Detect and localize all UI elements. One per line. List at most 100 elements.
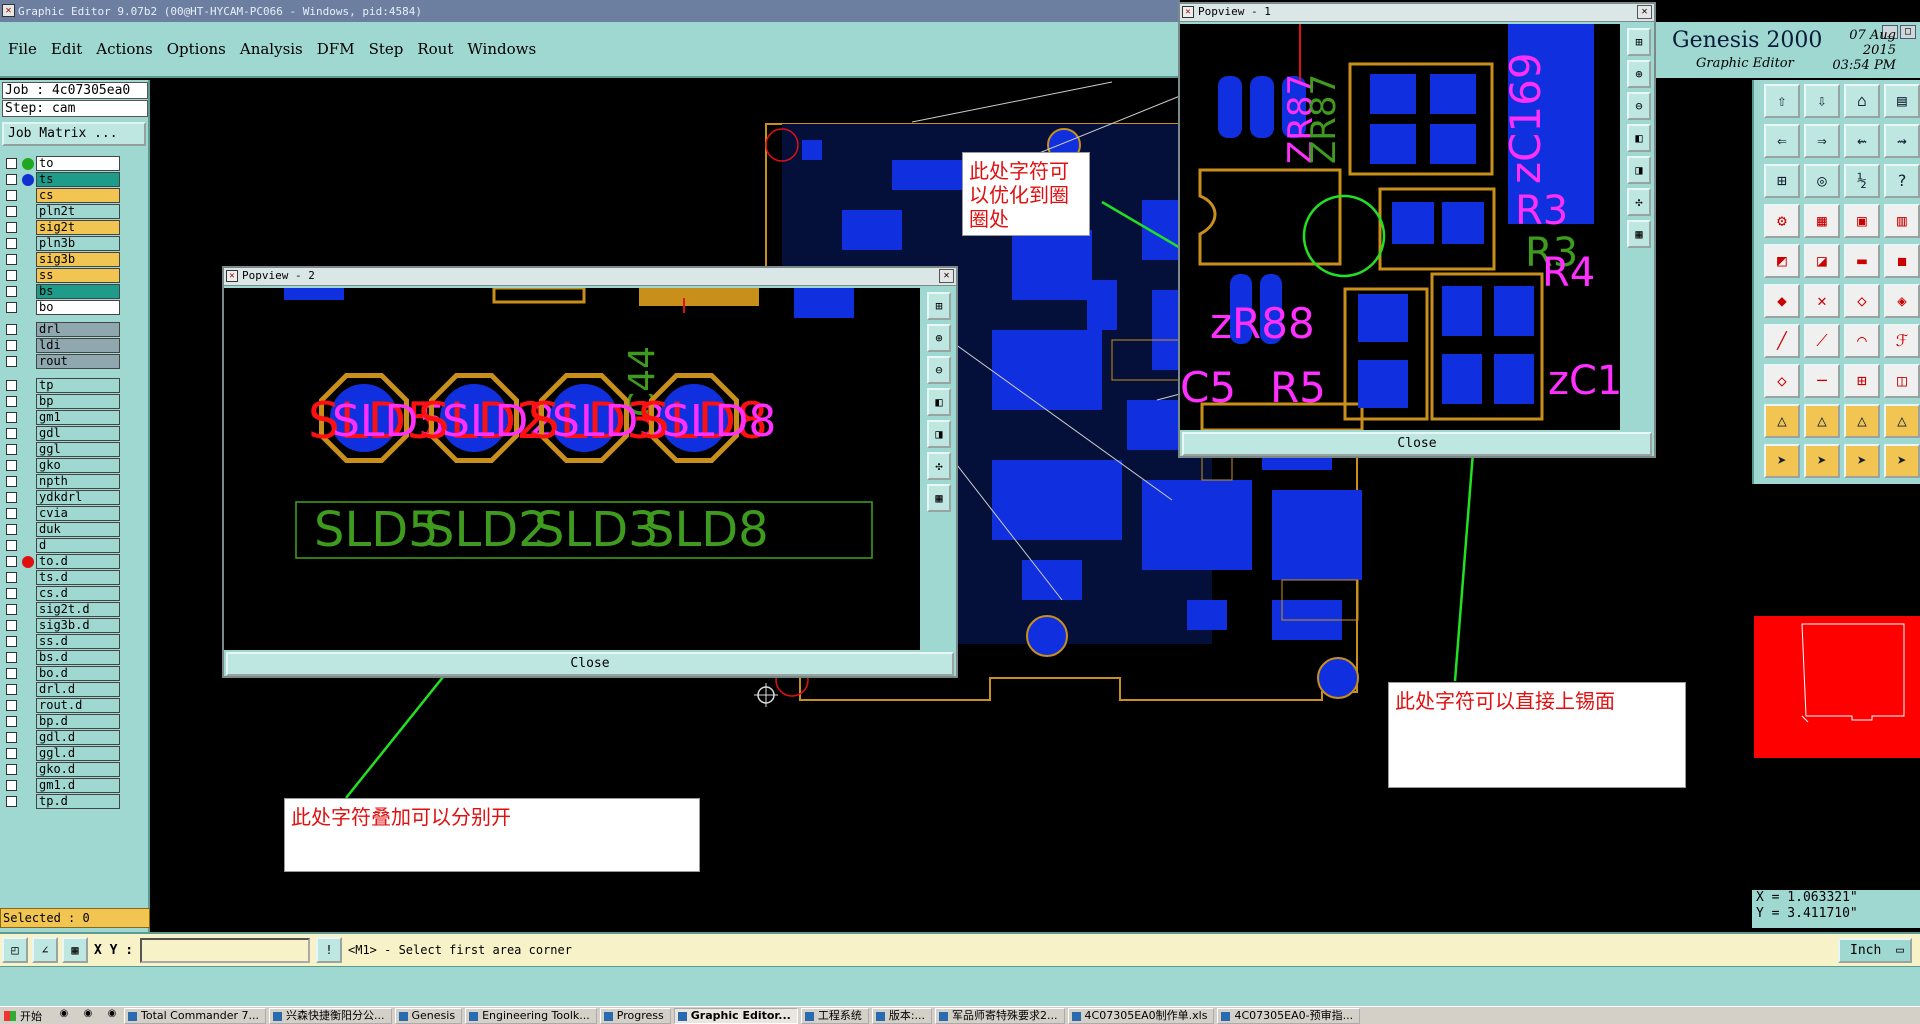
layer-row[interactable]: rout <box>2 354 122 369</box>
layer-checkbox[interactable] <box>6 428 17 439</box>
layer-checkbox[interactable] <box>6 380 17 391</box>
layer-row[interactable]: rout.d <box>2 698 122 713</box>
node-icon[interactable]: ◆ <box>1764 284 1800 318</box>
pan-left-icon[interactable]: ◧ <box>1627 124 1651 152</box>
layer-checkbox[interactable] <box>6 270 17 281</box>
layer-row[interactable]: ts.d <box>2 570 122 585</box>
layer-checkbox[interactable] <box>6 174 17 185</box>
layer-row[interactable]: drl.d <box>2 682 122 697</box>
triangle-icon[interactable]: △ <box>1844 404 1880 438</box>
triangle-icon[interactable]: △ <box>1804 404 1840 438</box>
taskbar-task[interactable]: 4C07305EA0-预审指... <box>1217 1007 1361 1024</box>
snap-icon[interactable]: ◰ <box>2 937 28 963</box>
layer-checkbox[interactable] <box>6 476 17 487</box>
layer-row[interactable]: tp.d <box>2 794 122 809</box>
layer-row[interactable]: cs.d <box>2 586 122 601</box>
gear-icon[interactable]: ⚙ <box>1764 204 1800 238</box>
popview-2-close-button[interactable]: Close <box>226 652 954 676</box>
layer-checkbox[interactable] <box>6 572 17 583</box>
quicklaunch-icon[interactable]: ◉ <box>76 1008 100 1024</box>
layer-row[interactable]: ggl.d <box>2 746 122 761</box>
zoom-in-icon[interactable]: ⊕ <box>927 324 951 352</box>
menu-edit[interactable]: Edit <box>51 40 82 58</box>
layer-checkbox[interactable] <box>6 444 17 455</box>
menu-actions[interactable]: Actions <box>96 40 152 58</box>
grid-icon[interactable]: ▦ <box>927 484 951 512</box>
triangle-icon[interactable]: △ <box>1884 404 1920 438</box>
layer-checkbox[interactable] <box>6 716 17 727</box>
taskbar-task[interactable]: 军品师寄特殊要求2... <box>935 1007 1065 1024</box>
shape-icon[interactable]: ◈ <box>1884 284 1920 318</box>
layer-checkbox[interactable] <box>6 412 17 423</box>
arc-icon[interactable]: ◠ <box>1844 324 1880 358</box>
undo-icon[interactable]: ⇜ <box>1844 124 1880 158</box>
layer-row[interactable]: ggl <box>2 442 122 457</box>
layer-row[interactable]: bo.d <box>2 666 122 681</box>
diagonal-icon[interactable]: ⟋ <box>1804 324 1840 358</box>
center-icon[interactable]: ✣ <box>927 452 951 480</box>
layer-row[interactable]: sig2t <box>2 220 122 235</box>
layer-row[interactable]: gko <box>2 458 122 473</box>
layer-checkbox[interactable] <box>6 732 17 743</box>
taskbar-task[interactable]: Total Commander 7... <box>124 1007 266 1024</box>
layer-row[interactable]: to.d <box>2 554 122 569</box>
layer-row[interactable]: bp.d <box>2 714 122 729</box>
taskbar-task[interactable]: 工程系统 <box>800 1007 869 1024</box>
select-icon[interactable]: ➤ <box>1844 444 1880 478</box>
layer-row[interactable]: gdl <box>2 426 122 441</box>
unit-selector[interactable]: Inch ▭ <box>1838 938 1912 963</box>
help-icon[interactable]: ? <box>1884 164 1920 198</box>
popview-2-close-icon[interactable]: ✕ <box>939 269 954 283</box>
home-icon[interactable]: ⌂ <box>1844 84 1880 118</box>
layer-checkbox[interactable] <box>6 620 17 631</box>
layer-checkbox[interactable] <box>6 508 17 519</box>
maximize-icon[interactable]: □ <box>1900 25 1916 39</box>
layer-row[interactable]: bp <box>2 394 122 409</box>
layer-checkbox[interactable] <box>6 222 17 233</box>
grid-icon[interactable]: ▦ <box>1804 204 1840 238</box>
net-icon[interactable]: ▣ <box>1844 204 1880 238</box>
scale-icon[interactable]: ½ <box>1844 164 1880 198</box>
layer-checkbox[interactable] <box>6 668 17 679</box>
menu-windows[interactable]: Windows <box>467 40 536 58</box>
pan-right-icon[interactable]: ◨ <box>1627 156 1651 184</box>
line-icon[interactable]: ╱ <box>1764 324 1800 358</box>
stop-icon[interactable]: ◼ <box>1884 244 1920 278</box>
job-matrix-button[interactable]: Job Matrix ... <box>2 122 146 146</box>
layer-row[interactable]: gm1.d <box>2 778 122 793</box>
layer-row[interactable]: sig3b.d <box>2 618 122 633</box>
info-icon[interactable]: ! <box>316 937 342 963</box>
zoom-out-icon[interactable]: ⊖ <box>927 356 951 384</box>
redo-icon[interactable]: ⇝ <box>1884 124 1920 158</box>
layer-row[interactable]: ss.d <box>2 634 122 649</box>
layer-checkbox[interactable] <box>6 286 17 297</box>
zoom-in-icon[interactable]: ⇧ <box>1764 84 1800 118</box>
target-icon[interactable]: ◎ <box>1804 164 1840 198</box>
taskbar-task[interactable]: 4C07305EA0制作单.xls <box>1067 1007 1215 1024</box>
mirror-icon[interactable]: ◇ <box>1764 364 1800 398</box>
select-icon[interactable]: ➤ <box>1804 444 1840 478</box>
zoom-in-icon[interactable]: ⊕ <box>1627 60 1651 88</box>
layer-row[interactable]: drl <box>2 322 122 337</box>
layer-checkbox[interactable] <box>6 780 17 791</box>
pan-right-icon[interactable]: ◨ <box>927 420 951 448</box>
layer-checkbox[interactable] <box>6 356 17 367</box>
popview-2-canvas[interactable]: C44 SLD5 SLD5 SLD2 SLD2 SLD3 SLD3 SLD8 SLD8 SLD… <box>224 288 920 650</box>
layer-row[interactable]: cvia <box>2 506 122 521</box>
layer-checkbox[interactable] <box>6 460 17 471</box>
quicklaunch-icon[interactable]: ◉ <box>100 1008 124 1024</box>
layer-checkbox[interactable] <box>6 158 17 169</box>
layer-row[interactable]: tp <box>2 378 122 393</box>
layer-row[interactable]: sig3b <box>2 252 122 267</box>
fit-icon[interactable]: ⊞ <box>1627 28 1651 56</box>
menu-dfm[interactable]: DFM <box>317 40 355 58</box>
taskbar-task[interactable]: 兴森快捷衡阳分公... <box>269 1007 392 1024</box>
film-icon[interactable]: ▥ <box>1884 204 1920 238</box>
select-icon[interactable]: ➤ <box>1764 444 1800 478</box>
layer-checkbox[interactable] <box>6 540 17 551</box>
xy-input[interactable] <box>140 938 310 963</box>
grid-toggle-icon[interactable]: ▦ <box>62 937 88 963</box>
menu-options[interactable]: Options <box>167 40 226 58</box>
layer-checkbox[interactable] <box>6 588 17 599</box>
layer-checkbox[interactable] <box>6 652 17 663</box>
